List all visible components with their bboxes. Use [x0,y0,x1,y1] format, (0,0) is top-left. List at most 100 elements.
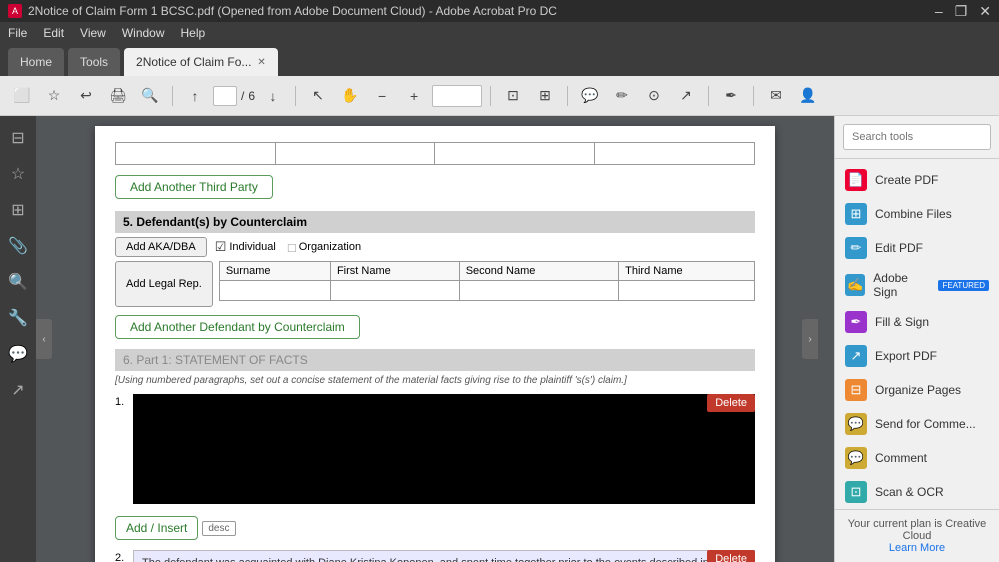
toolbar-zoom-out-small-button[interactable]: 🔍 [136,82,164,110]
toolbar-next-page-button[interactable]: ↓ [259,82,287,110]
zoom-input[interactable]: 100% [432,85,482,107]
tool-scan-ocr-label: Scan & OCR [875,485,944,499]
maximize-button[interactable]: ❐ [955,3,968,20]
tool-scan-ocr[interactable]: ⊡ Scan & OCR [835,475,999,509]
statement-item-2: 2. The defendant was acquainted with Dia… [115,550,755,562]
tool-adobe-sign-label: Adobe Sign [873,271,930,299]
delete-button-2[interactable]: Delete [707,550,755,562]
add-aka-dba-button[interactable]: Add AKA/DBA [115,237,207,257]
close-button[interactable]: ✕ [979,3,991,20]
tool-send-for-comments[interactable]: 💬 Send for Comme... [835,407,999,441]
learn-more-link[interactable]: Learn More [889,542,945,554]
text-item-2[interactable]: The defendant was acquainted with Diane … [133,550,755,562]
menu-window[interactable]: Window [122,26,165,40]
toolbar-user-button[interactable]: 👤 [794,82,822,110]
tool-combine-files[interactable]: ⊞ Combine Files [835,197,999,231]
document-area[interactable]: ‹ › Add Another Third Party 5. Defendant… [36,116,834,562]
tool-fill-sign-label: Fill & Sign [875,315,929,329]
toolbar-zoom-in-button[interactable]: + [400,82,428,110]
search-tools-box [835,116,999,159]
toolbar-sign-button[interactable]: ↗ [672,82,700,110]
tool-create-pdf[interactable]: 📄 Create PDF [835,163,999,197]
sidebar-icon-bookmarks[interactable]: ☆ [4,160,32,188]
toolbar-stamp-button[interactable]: ⊙ [640,82,668,110]
tool-adobe-sign[interactable]: ✍ Adobe Sign FEATURED [835,265,999,305]
toolbar-envelope-button[interactable]: ✉ [762,82,790,110]
item-num-1: 1. [115,394,127,504]
cell-thirdname[interactable] [619,281,755,301]
toolbar-separator-5 [708,86,709,106]
col-thirdname: Third Name [619,262,755,281]
add-insert-button[interactable]: Add / Insert [115,516,198,540]
sidebar-icon-layers[interactable]: ⊞ [4,196,32,224]
radio-individual[interactable]: ☑ Individual [215,239,276,255]
cell-secondname[interactable] [459,281,618,301]
toolbar-print-button[interactable]: 🖨 [104,82,132,110]
toolbar-fit-button[interactable]: ⊡ [499,82,527,110]
sidebar-icon-search[interactable]: 🔍 [4,268,32,296]
tab-home[interactable]: Home [8,48,64,76]
sidebar-icon-tools[interactable]: 🔧 [4,304,32,332]
toolbar-bookmark-button[interactable]: ☆ [40,82,68,110]
top-form-cells [115,142,755,165]
toolbar-separator-4 [567,86,568,106]
menu-view[interactable]: View [80,26,106,40]
document-page: Add Another Third Party 5. Defendant(s) … [95,126,775,562]
cell-firstname[interactable] [330,281,459,301]
cell-4 [595,143,755,165]
radio-organization[interactable]: □ Organization [288,240,361,255]
tab-tools[interactable]: Tools [68,48,120,76]
menu-edit[interactable]: Edit [43,26,64,40]
toolbar-separator-6 [753,86,754,106]
sidebar-icon-attachments[interactable]: 📎 [4,232,32,260]
tool-edit-pdf-label: Edit PDF [875,241,923,255]
app-icon: A [8,4,22,18]
tool-organize-pages[interactable]: ⊟ Organize Pages [835,373,999,407]
sidebar-collapse-right[interactable]: › [802,319,818,359]
toolbar: ⬜ ☆ ↩ 🖨 🔍 ↑ 2 / 6 ↓ ↖ ✋ − + 100% ⊡ ⊞ 💬 ✏… [0,76,999,116]
minimize-button[interactable]: – [935,3,943,20]
add-another-defendant-button[interactable]: Add Another Defendant by Counterclaim [115,315,360,339]
toolbar-prev-page-button[interactable]: ↑ [181,82,209,110]
tool-organize-pages-label: Organize Pages [875,383,961,397]
toolbar-cursor-button[interactable]: ↖ [304,82,332,110]
tool-comment[interactable]: 💬 Comment [835,441,999,475]
toolbar-highlight-button[interactable]: ✏ [608,82,636,110]
tab-close-icon[interactable]: ✕ [257,57,265,68]
sidebar-collapse-left[interactable]: ‹ [36,319,52,359]
add-legal-rep-button[interactable]: Add Legal Rep. [115,261,213,307]
tab-document[interactable]: 2Notice of Claim Fo... ✕ [124,48,278,76]
tool-export-pdf-label: Export PDF [875,349,937,363]
col-secondname: Second Name [459,262,618,281]
defendant-controls: Add AKA/DBA ☑ Individual □ Organization [115,237,755,257]
page-number-input[interactable]: 2 [213,86,237,106]
toolbar-hand-button[interactable]: ✋ [336,82,364,110]
tool-edit-pdf[interactable]: ✏ Edit PDF [835,231,999,265]
add-another-third-party-button[interactable]: Add Another Third Party [115,175,273,199]
combine-files-icon: ⊞ [845,203,867,225]
sidebar-icon-pages[interactable]: ⊟ [4,124,32,152]
col-surname: Surname [219,262,330,281]
cell-3 [435,143,595,165]
menu-help[interactable]: Help [181,26,206,40]
search-tools-input[interactable] [843,124,991,150]
toolbar-new-button[interactable]: ⬜ [8,82,36,110]
menu-file[interactable]: File [8,26,27,40]
tools-list: 📄 Create PDF ⊞ Combine Files ✏ Edit PDF … [835,159,999,509]
section5-header: 5. Defendant(s) by Counterclaim [115,211,755,233]
cell-surname[interactable] [219,281,330,301]
right-sidebar: 📄 Create PDF ⊞ Combine Files ✏ Edit PDF … [834,116,999,562]
sidebar-icon-comments[interactable]: 💬 [4,340,32,368]
toolbar-back-button[interactable]: ↩ [72,82,100,110]
statement-note: [Using numbered paragraphs, set out a co… [115,375,755,386]
main-area: ⊟ ☆ ⊞ 📎 🔍 🔧 💬 ↗ ‹ › Add Another Third [0,116,999,562]
tool-fill-sign[interactable]: ✒ Fill & Sign [835,305,999,339]
sidebar-icon-share[interactable]: ↗ [4,376,32,404]
toolbar-rotate-button[interactable]: ⊞ [531,82,559,110]
toolbar-annotate-button[interactable]: 💬 [576,82,604,110]
tool-export-pdf[interactable]: ↗ Export PDF [835,339,999,373]
toolbar-pen-button[interactable]: ✒ [717,82,745,110]
create-pdf-icon: 📄 [845,169,867,191]
delete-button-1[interactable]: Delete [707,394,755,412]
toolbar-zoom-out-button[interactable]: − [368,82,396,110]
